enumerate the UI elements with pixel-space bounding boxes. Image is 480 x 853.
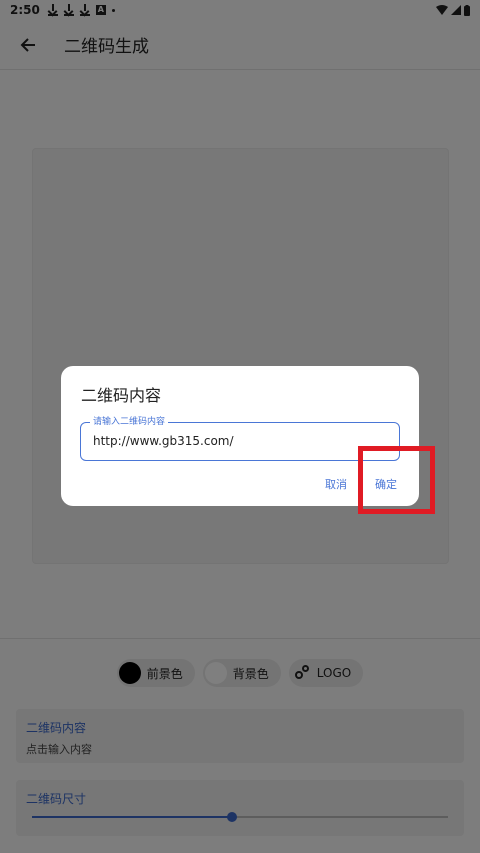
- dialog-title: 二维码内容: [81, 386, 162, 405]
- cancel-button[interactable]: 取消: [325, 476, 347, 492]
- qr-content-input-wrap: 请输入二维码内容: [80, 416, 400, 461]
- qr-content-input[interactable]: [93, 431, 383, 451]
- input-label: 请输入二维码内容: [90, 416, 169, 428]
- highlight-box: [358, 446, 435, 514]
